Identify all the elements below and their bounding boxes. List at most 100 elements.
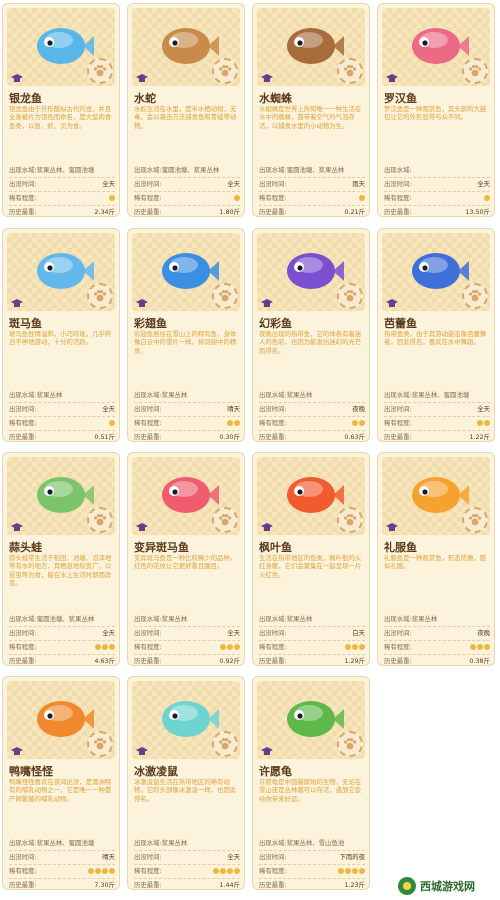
creature-stats: 出现水域:浆果丛林 出没时间: 夜晚 稀有程度: 历史最重: 0.63斤 <box>259 389 365 441</box>
history-row: 历史最重: 1.29斤 <box>259 655 365 665</box>
water-row: 出现水域:浆果丛林 <box>134 613 240 627</box>
rarity-label: 稀有程度: <box>9 419 37 427</box>
rarity-star-icon <box>220 868 226 874</box>
history-value: 0.51斤 <box>94 433 115 441</box>
water-value: 出现水域:浆果丛林 <box>384 615 438 623</box>
creature-card-mutant-zebra[interactable]: 变异斑马鱼 变异斑马鱼是一种比较稀少的品种，红色的花纹让它更好看且醒目。 出现水… <box>127 452 245 666</box>
creature-name: 许愿龟 <box>259 765 292 778</box>
water-row: 出现水域:浆果丛林 <box>384 613 490 627</box>
creature-description: 斑马鱼性情温和，小巧玲珑，几乎终日不停地游动，十分的活跃。 <box>9 330 112 347</box>
creature-illustration <box>154 16 220 72</box>
creature-card-water-snake[interactable]: 水蛇 水蛇生活在水里，是半水栖动物，无毒，会以袭击方法捕食鱼和青蛙等动物。 出现… <box>127 3 245 217</box>
rarity-row: 稀有程度: <box>9 192 115 206</box>
paw-stamp-icon <box>462 283 488 309</box>
creature-portrait <box>132 681 240 759</box>
history-row: 历史最重: 0.30斤 <box>134 431 240 441</box>
water-row: 出现水域:蜜圆池塘、浆果丛林 <box>9 613 115 627</box>
creature-description: 水蛇生活在水里，是半水栖动物，无毒，会以袭击方法捕食鱼和青蛙等动物。 <box>134 105 237 130</box>
rarity-stars <box>95 644 115 650</box>
creature-stats: 出现水域:浆果丛林、蜜圆池塘 出没时间: 晴天 稀有程度: 历史最重: 7.30… <box>9 837 115 889</box>
creature-stats: 出现水域:蜜圆池塘、浆果丛林 出没时间: 全天 稀有程度: 历史最重: 1.80… <box>134 164 240 216</box>
rarity-stars <box>227 420 240 426</box>
creature-name: 礼服鱼 <box>384 541 417 554</box>
rarity-label: 稀有程度: <box>384 419 412 427</box>
water-row: 出现水域: <box>384 164 490 178</box>
time-row: 出没时间: 下雨的夜 <box>259 851 365 865</box>
creature-card-rainbow-wing[interactable]: 彩翅鱼 彩翅鱼居住在雪山上的特有鱼，身体像白云中的雪片一样，将羽翅中的精灵。 出… <box>127 228 245 442</box>
graduation-cap-icon <box>11 299 23 307</box>
water-value: 出现水域:浆果丛林 <box>259 391 313 399</box>
graduation-cap-icon <box>11 74 23 82</box>
water-row: 出现水域:浆果丛林 <box>134 389 240 403</box>
water-row: 出现水域:浆果丛林 <box>134 837 240 851</box>
creature-card-silver-arowana[interactable]: 银龙鱼 银龙鱼由于外形酷似古代的龙，并且全身被片为银色而命名，是大型肉食鱼类，以… <box>2 3 120 217</box>
paw-stamp-icon <box>337 731 363 757</box>
graduation-cap-icon <box>261 299 273 307</box>
creature-name: 鸭嘴怪怪 <box>9 765 53 778</box>
creature-card-luohan-fish[interactable]: 罗汉鱼 罗汉鱼是一种观赏鱼，其头部的大鼓包让它的外形显得与众不同。 出现水域: … <box>377 3 495 217</box>
creature-name: 斑马鱼 <box>9 317 42 330</box>
creature-card-garlic-frog[interactable]: 蒜头蛙 蒜头蛙常生活于稻田、池塘、沼泽地等有水的地方，其栖息地较宽广，以昆虫等为… <box>2 452 120 666</box>
rarity-row: 稀有程度: <box>259 192 365 206</box>
rarity-star-icon <box>234 195 240 201</box>
rarity-stars <box>484 195 490 201</box>
creature-card-maple-fish[interactable]: 枫叶鱼 生活在热带地区的鱼类，枫叶般的火红身躯，它们会聚集在一起呈现一片火红色。… <box>252 452 370 666</box>
time-value: 晴天 <box>102 853 115 861</box>
creature-card-duckbill[interactable]: 鸭嘴怪怪 鸭嘴怪怪喜欢在夜间出没，是澳洲特有的哺乳动物之一，它是唯一一种靠产卵繁… <box>2 676 120 890</box>
creature-name: 彩翅鱼 <box>134 317 167 330</box>
creature-card-gown-fish[interactable]: 礼服鱼 礼服鱼是一种观赏鱼，形态优雅，酷似礼服。 出现水域:浆果丛林 出没时间:… <box>377 452 495 666</box>
time-row: 出没时间: 全天 <box>9 627 115 641</box>
creature-portrait <box>7 681 115 759</box>
rarity-label: 稀有程度: <box>259 867 287 875</box>
history-value: 1.44斤 <box>219 881 240 889</box>
creature-card-fantasy-fish[interactable]: 幻彩鱼 夜晚出现的热带鱼，它的体表有着迷人的色彩，也因为能发出迷幻的光芒而得名。… <box>252 228 370 442</box>
creature-description: 热带鱼类，由于其游动姿态像芭蕾舞者，因此得名。喜欢在水中舞蹈。 <box>384 330 487 347</box>
rarity-star-icon <box>95 644 101 650</box>
graduation-cap-icon <box>261 747 273 755</box>
history-value: 1.22斤 <box>469 433 490 441</box>
creature-stats: 出现水域:浆果丛林、蜜圆池塘 出没时间: 全天 稀有程度: 历史最重: 1.22… <box>384 389 490 441</box>
paw-stamp-icon <box>212 283 238 309</box>
creature-illustration <box>29 16 95 72</box>
time-value: 下雨的夜 <box>339 853 365 861</box>
time-label: 出没时间: <box>9 629 37 637</box>
rarity-row: 稀有程度: <box>259 865 365 879</box>
graduation-cap-icon <box>261 74 273 82</box>
graduation-cap-icon <box>386 74 398 82</box>
history-row: 历史最重: 7.30斤 <box>9 879 115 889</box>
rarity-stars <box>345 644 365 650</box>
rarity-stars <box>338 868 365 874</box>
rarity-label: 稀有程度: <box>259 419 287 427</box>
history-row: 历史最重: 1.80斤 <box>134 206 240 216</box>
creature-card-ice-mouse[interactable]: 冰激凌鼠 冰激凌鼠生活在热带地区的稀有动物，它的头部像冰激凌一样，也因此得名。 … <box>127 676 245 890</box>
water-row: 出现水域:浆果丛林、雪山鱼池 <box>259 837 365 851</box>
creature-card-ballet-fish[interactable]: 芭蕾鱼 热带鱼类，由于其游动姿态像芭蕾舞者，因此得名。喜欢在水中舞蹈。 出现水域… <box>377 228 495 442</box>
time-value: 雨天 <box>352 180 365 188</box>
creature-card-wish-turtle[interactable]: 许愿龟 许愿龟是中国最原始的生物，无论在雪山还是丛林都可以存活，遇到它会给你带来… <box>252 676 370 890</box>
paw-stamp-icon <box>212 731 238 757</box>
water-row: 出现水域:蜜圆池塘、浆果丛林 <box>134 164 240 178</box>
time-label: 出没时间: <box>9 853 37 861</box>
rarity-star-icon <box>477 420 483 426</box>
history-label: 历史最重: <box>134 657 162 665</box>
time-label: 出没时间: <box>134 853 162 861</box>
history-value: 1.23斤 <box>344 881 365 889</box>
graduation-cap-icon <box>136 523 148 531</box>
creature-stats: 出现水域: 出没时间: 全天 稀有程度: 历史最重: 13.50斤 <box>384 164 490 216</box>
history-label: 历史最重: <box>9 881 37 889</box>
creature-portrait <box>257 681 365 759</box>
rarity-stars <box>234 195 240 201</box>
creature-description: 蒜头蛙常生活于稻田、池塘、沼泽地等有水的地方，其栖息地较宽广，以昆虫等为食，能在… <box>9 554 112 588</box>
history-label: 历史最重: <box>384 433 412 441</box>
creature-illustration <box>279 689 345 745</box>
creature-card-zebra-seahorse[interactable]: 斑马鱼 斑马鱼性情温和，小巧玲珑，几乎终日不停地游动，十分的活跃。 出现水域:浆… <box>2 228 120 442</box>
paw-stamp-icon <box>87 283 113 309</box>
creature-illustration <box>29 689 95 745</box>
rarity-row: 稀有程度: <box>134 641 240 655</box>
water-value: 出现水域:浆果丛林 <box>259 615 313 623</box>
water-value: 出现水域:浆果丛林、雪山鱼池 <box>259 839 345 847</box>
rarity-star-icon <box>484 195 490 201</box>
history-value: 4.63斤 <box>94 657 115 665</box>
creature-description: 冰激凌鼠生活在热带地区的稀有动物，它的头部像冰激凌一样，也因此得名。 <box>134 778 237 803</box>
creature-card-water-spider[interactable]: 水蜘蛛 水蜘蛛是世界上所知唯一一种生活在水中的蜘蛛，靠带着空气的气泡存活，以捕食… <box>252 3 370 217</box>
